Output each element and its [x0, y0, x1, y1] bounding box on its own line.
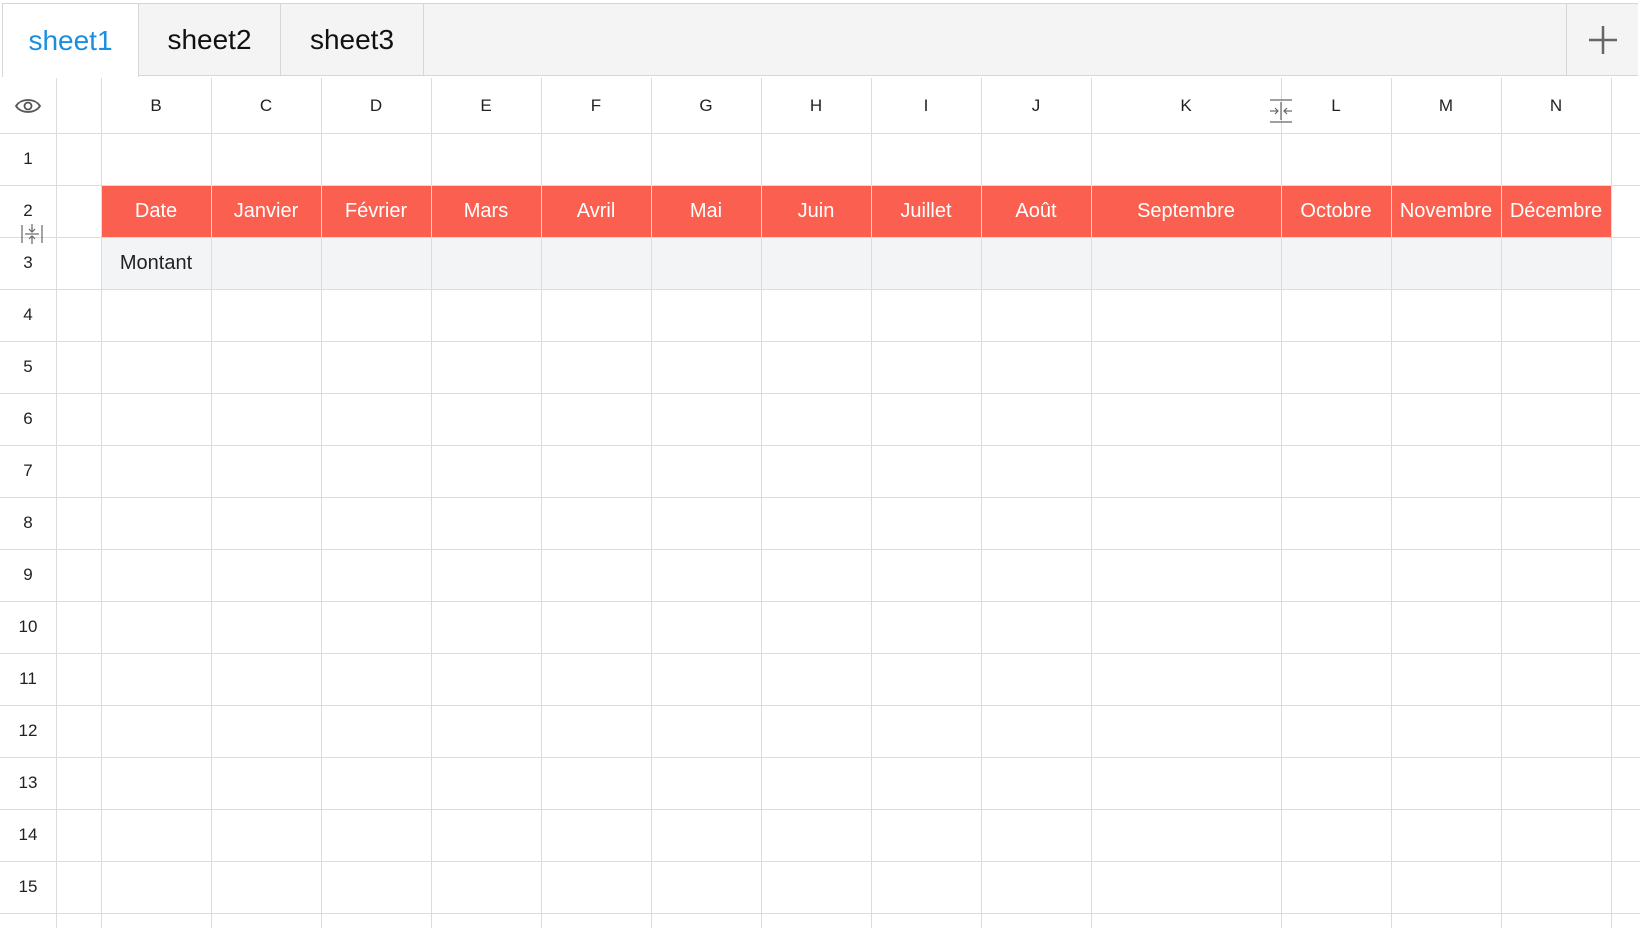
- grid-row-line: [0, 757, 1640, 758]
- month-header-cell[interactable]: Novembre: [1391, 185, 1501, 237]
- spreadsheet-grid[interactable]: BCDEFGHIJKLMN 1 2 3 4 5 6 7 8 9 10 11 12 13 14 15 Date…: [0, 78, 1640, 928]
- column-header[interactable]: M: [1391, 78, 1501, 133]
- column-header[interactable]: L: [1281, 78, 1391, 133]
- row-header[interactable]: 6: [0, 393, 56, 445]
- grid-row-line: [0, 289, 1640, 290]
- month-header-cell[interactable]: Février: [321, 185, 431, 237]
- amount-cell[interactable]: [981, 237, 1091, 289]
- column-header[interactable]: H: [761, 78, 871, 133]
- amount-cell[interactable]: [761, 237, 871, 289]
- grid-row-line: [0, 497, 1640, 498]
- month-header-cell[interactable]: Avril: [541, 185, 651, 237]
- sheet-tab-bar: sheet1 sheet2 sheet3: [2, 3, 1638, 77]
- column-header[interactable]: K: [1091, 78, 1281, 133]
- column-header[interactable]: G: [651, 78, 761, 133]
- month-header-cell[interactable]: Septembre: [1091, 185, 1281, 237]
- amount-cell[interactable]: [321, 237, 431, 289]
- row-header[interactable]: 15: [0, 861, 56, 913]
- row-header[interactable]: 4: [0, 289, 56, 341]
- amount-cell[interactable]: [431, 237, 541, 289]
- grid-row-line: [0, 133, 1640, 134]
- grid-row-line: [0, 341, 1640, 342]
- grid-row-line: [0, 913, 1640, 914]
- grid-column-line: [1611, 78, 1612, 928]
- amount-cell[interactable]: [1391, 237, 1501, 289]
- month-header-cell[interactable]: Mai: [651, 185, 761, 237]
- grid-row-line: [0, 445, 1640, 446]
- grid-row-line: [0, 601, 1640, 602]
- tab-sheet3[interactable]: sheet3: [281, 4, 424, 76]
- grid-row-line: [0, 809, 1640, 810]
- row-header[interactable]: 14: [0, 809, 56, 861]
- amount-cell[interactable]: [651, 237, 761, 289]
- month-header-cell[interactable]: Juillet: [871, 185, 981, 237]
- column-header[interactable]: C: [211, 78, 321, 133]
- column-header[interactable]: N: [1501, 78, 1611, 133]
- amount-cell[interactable]: [541, 237, 651, 289]
- amount-cell[interactable]: [1281, 237, 1391, 289]
- month-header-cell[interactable]: Octobre: [1281, 185, 1391, 237]
- row-resize-icon[interactable]: [20, 222, 44, 246]
- grid-column-line: [56, 78, 57, 928]
- column-header[interactable]: F: [541, 78, 651, 133]
- amount-cell[interactable]: [1091, 237, 1281, 289]
- column-header[interactable]: D: [321, 78, 431, 133]
- row-header[interactable]: 12: [0, 705, 56, 757]
- amount-cell[interactable]: [211, 237, 321, 289]
- tab-sheet2[interactable]: sheet2: [139, 4, 281, 76]
- column-header[interactable]: J: [981, 78, 1091, 133]
- row-header[interactable]: 9: [0, 549, 56, 601]
- amount-cell[interactable]: [1501, 237, 1611, 289]
- row-header[interactable]: 1: [0, 133, 56, 185]
- column-resize-icon[interactable]: [1268, 98, 1294, 124]
- grid-row-line: [0, 861, 1640, 862]
- plus-icon: [1588, 26, 1617, 54]
- amount-cell[interactable]: [871, 237, 981, 289]
- month-header-cell[interactable]: Mars: [431, 185, 541, 237]
- column-header[interactable]: I: [871, 78, 981, 133]
- eye-icon[interactable]: [14, 96, 42, 116]
- grid-row-line: [0, 705, 1640, 706]
- month-header-cell[interactable]: Août: [981, 185, 1091, 237]
- month-header-cell[interactable]: Décembre: [1501, 185, 1611, 237]
- row-header[interactable]: 10: [0, 601, 56, 653]
- row-header[interactable]: 7: [0, 445, 56, 497]
- month-header-cell[interactable]: Juin: [761, 185, 871, 237]
- month-header-cell[interactable]: Janvier: [211, 185, 321, 237]
- add-sheet-button[interactable]: [1566, 4, 1638, 76]
- grid-row-line: [0, 549, 1640, 550]
- grid-row-line: [0, 393, 1640, 394]
- column-header[interactable]: E: [431, 78, 541, 133]
- tab-sheet1[interactable]: sheet1: [2, 4, 139, 77]
- grid-row-line: [0, 653, 1640, 654]
- column-header[interactable]: B: [101, 78, 211, 133]
- row-header[interactable]: 13: [0, 757, 56, 809]
- row-header[interactable]: 5: [0, 341, 56, 393]
- amount-cell[interactable]: Montant: [101, 237, 211, 289]
- row-header[interactable]: 8: [0, 497, 56, 549]
- row-header[interactable]: 11: [0, 653, 56, 705]
- month-header-cell[interactable]: Date: [101, 185, 211, 237]
